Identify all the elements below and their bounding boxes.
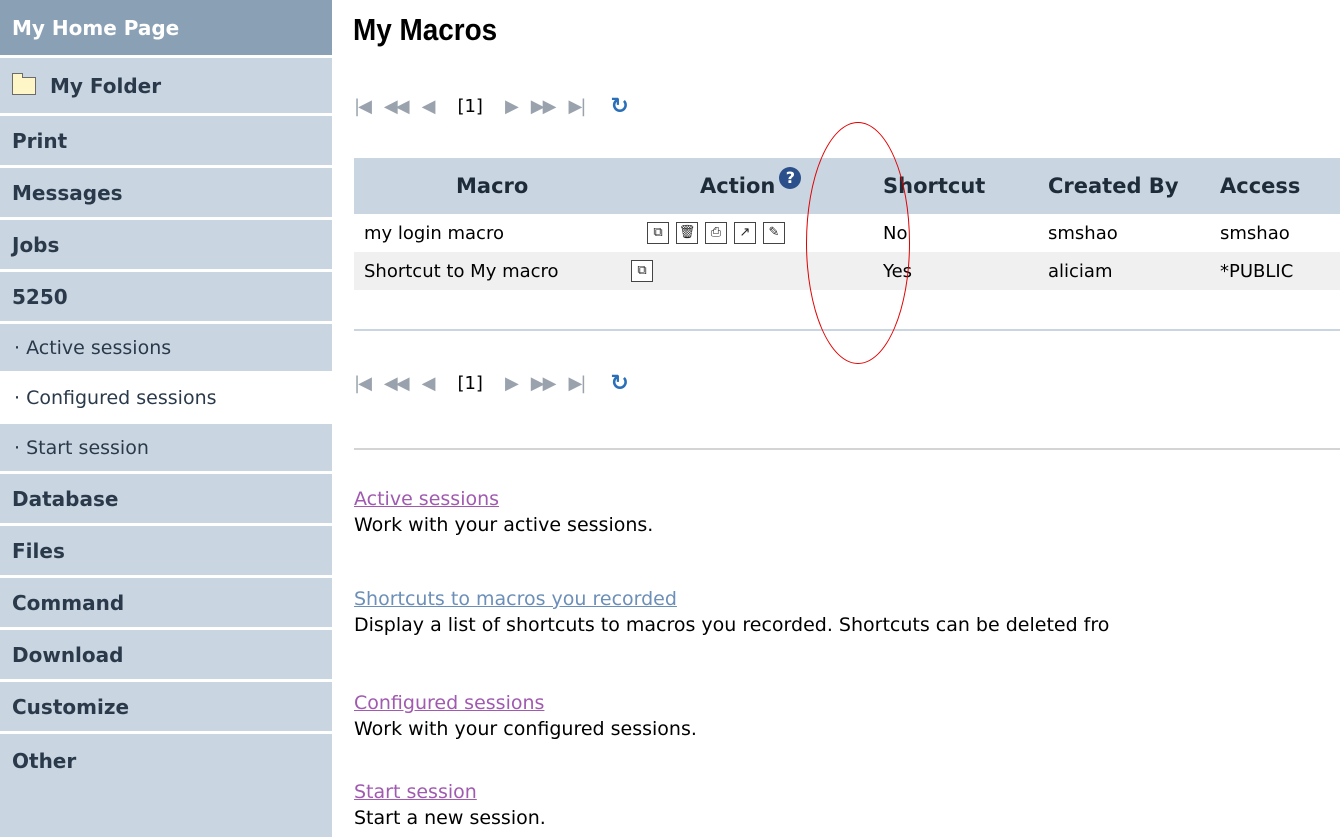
nav-label: My Folder — [50, 73, 162, 98]
nav-my-folder[interactable]: My Folder — [0, 58, 332, 116]
refresh-icon[interactable]: ↻ — [610, 94, 628, 119]
print-icon[interactable]: ⎙ — [705, 222, 727, 244]
nav-label: Customize — [12, 694, 130, 719]
nav-label: Jobs — [12, 232, 60, 257]
page-title: My Macros — [353, 12, 498, 47]
cell-shortcut: No — [883, 214, 1035, 252]
nav-label: Files — [12, 538, 65, 563]
cell-macro[interactable]: Shortcut to My macro — [354, 252, 639, 290]
divider — [354, 448, 1340, 450]
table-bottom-border — [354, 329, 1340, 331]
cell-macro[interactable]: my login macro — [354, 214, 639, 252]
pager-bottom: |◀ ◀◀ ◀ [1] ▶ ▶▶ ▶| ↻ — [354, 368, 629, 398]
cell-actions: ⧉ 🗑 ⎙ ↗ ✎ — [639, 214, 883, 252]
fast-back-icon[interactable]: ◀◀ — [384, 96, 410, 117]
column-header-action[interactable]: Action? — [639, 158, 883, 214]
column-header-label: Macro — [456, 174, 529, 198]
cell-created-by: smshao — [1035, 214, 1220, 252]
table-header-row: Macro Action? Shortcut Created By Access — [354, 158, 1340, 214]
nav-command[interactable]: Command — [0, 578, 332, 630]
table-row: my login macro ⧉ 🗑 ⎙ ↗ ✎ No smshao smshao — [354, 214, 1340, 252]
first-page-icon[interactable]: |◀ — [354, 96, 372, 117]
prev-page-icon[interactable]: ◀ — [422, 96, 436, 117]
nav-download[interactable]: Download — [0, 630, 332, 682]
desc-shortcuts-to-macros: Display a list of shortcuts to macros yo… — [354, 614, 1110, 636]
link-active-sessions[interactable]: Active sessions — [354, 488, 499, 510]
fast-forward-icon[interactable]: ▶▶ — [531, 373, 557, 394]
nav-start-session[interactable]: · Start session — [0, 424, 332, 474]
cell-actions: ⧉ — [631, 252, 883, 290]
link-start-session[interactable]: Start session — [354, 781, 477, 803]
nav-label: Active sessions — [26, 336, 172, 359]
nav-label: Command — [12, 590, 125, 615]
desc-active-sessions: Work with your active sessions. — [354, 514, 654, 536]
sidebar: My Home Page My Folder Print Messages Jo… — [0, 0, 332, 837]
folder-icon — [12, 72, 36, 95]
nav-other[interactable]: Other — [0, 734, 332, 788]
nav-label: Database — [12, 486, 119, 511]
copy-icon[interactable]: ⧉ — [631, 260, 653, 282]
desc-configured-sessions: Work with your configured sessions. — [354, 718, 697, 740]
bullet-icon: · — [14, 336, 27, 359]
cell-access: *PUBLIC — [1220, 252, 1340, 290]
column-header-label: Created By — [1048, 174, 1179, 198]
pager-top: |◀ ◀◀ ◀ [1] ▶ ▶▶ ▶| ↻ — [354, 91, 629, 121]
column-header-label: Shortcut — [883, 174, 986, 198]
column-header-label: Access — [1220, 174, 1301, 198]
edit-icon[interactable]: ✎ — [763, 222, 785, 244]
nav-active-sessions[interactable]: · Active sessions — [0, 324, 332, 374]
sidebar-footer — [0, 788, 332, 837]
nav-label: Start session — [26, 436, 149, 459]
link-shortcuts-to-macros[interactable]: Shortcuts to macros you recorded — [354, 588, 677, 610]
nav-my-home-page[interactable]: My Home Page — [0, 0, 332, 58]
column-header-created-by[interactable]: Created By — [1035, 158, 1220, 214]
page-number[interactable]: [1] — [457, 96, 483, 117]
nav-configured-sessions[interactable]: · Configured sessions — [0, 374, 332, 424]
fast-back-icon[interactable]: ◀◀ — [384, 373, 410, 394]
nav-label: Messages — [12, 180, 123, 205]
prev-page-icon[interactable]: ◀ — [422, 373, 436, 394]
nav-label: 5250 — [12, 284, 68, 309]
nav-jobs[interactable]: Jobs — [0, 220, 332, 272]
last-page-icon[interactable]: ▶| — [568, 373, 586, 394]
nav-files[interactable]: Files — [0, 526, 332, 578]
column-header-access[interactable]: Access — [1220, 158, 1340, 214]
first-page-icon[interactable]: |◀ — [354, 373, 372, 394]
desc-start-session: Start a new session. — [354, 807, 546, 829]
nav-print[interactable]: Print — [0, 116, 332, 168]
link-configured-sessions[interactable]: Configured sessions — [354, 692, 544, 714]
nav-label: Download — [12, 642, 124, 667]
table-row: Shortcut to My macro ⧉ Yes aliciam *PUBL… — [354, 252, 1340, 290]
macros-table: Macro Action? Shortcut Created By Access… — [354, 158, 1340, 290]
nav-label: Configured sessions — [26, 386, 217, 409]
nav-label: Print — [12, 128, 68, 153]
column-header-macro[interactable]: Macro — [354, 158, 639, 214]
nav-database[interactable]: Database — [0, 474, 332, 526]
refresh-icon[interactable]: ↻ — [610, 371, 628, 396]
cell-access: smshao — [1220, 214, 1340, 252]
cell-shortcut: Yes — [883, 252, 1035, 290]
column-header-shortcut[interactable]: Shortcut — [883, 158, 1035, 214]
nav-label: Other — [12, 749, 77, 773]
nav-label: My Home Page — [12, 15, 180, 40]
page-number[interactable]: [1] — [457, 373, 483, 394]
bullet-icon: · — [14, 436, 27, 459]
cell-created-by: aliciam — [1035, 252, 1220, 290]
help-icon[interactable]: ? — [779, 166, 802, 189]
last-page-icon[interactable]: ▶| — [568, 96, 586, 117]
column-header-label: Action — [700, 173, 776, 198]
next-page-icon[interactable]: ▶ — [505, 96, 519, 117]
nav-customize[interactable]: Customize — [0, 682, 332, 734]
nav-5250[interactable]: 5250 — [0, 272, 332, 324]
nav-messages[interactable]: Messages — [0, 168, 332, 220]
shortcut-icon[interactable]: ↗ — [734, 222, 756, 244]
fast-forward-icon[interactable]: ▶▶ — [531, 96, 557, 117]
copy-icon[interactable]: ⧉ — [647, 222, 669, 244]
next-page-icon[interactable]: ▶ — [505, 373, 519, 394]
delete-icon[interactable]: 🗑 — [676, 222, 698, 244]
bullet-icon: · — [14, 386, 27, 409]
